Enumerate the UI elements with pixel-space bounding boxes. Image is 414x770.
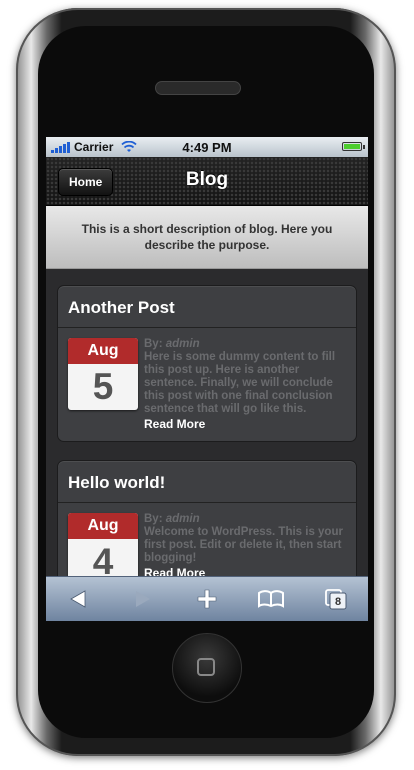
pages-button[interactable]: 8 bbox=[316, 584, 356, 614]
status-bar: Carrier 4:49 PM bbox=[46, 137, 368, 157]
bookmarks-button[interactable] bbox=[251, 584, 291, 614]
back-button[interactable] bbox=[58, 584, 98, 614]
pages-icon: 8 bbox=[324, 589, 347, 610]
pages-count: 8 bbox=[335, 596, 341, 608]
author-name: admin bbox=[165, 338, 200, 350]
date-day: 5 bbox=[92, 366, 114, 407]
safari-toolbar: 8 bbox=[46, 576, 368, 621]
nav-bar: Home Blog bbox=[46, 157, 368, 206]
blog-description: This is a short description of blog. Her… bbox=[46, 206, 368, 269]
read-more-link[interactable]: Read More bbox=[144, 418, 205, 431]
bookmarks-book-icon bbox=[258, 590, 285, 608]
date-month: Aug bbox=[68, 338, 138, 364]
hardware-home-button[interactable] bbox=[172, 633, 242, 703]
post-excerpt: Here is some dummy content to fill this … bbox=[144, 351, 336, 415]
post-title[interactable]: Another Post bbox=[58, 286, 356, 328]
author-name: admin bbox=[165, 513, 200, 525]
home-square-icon bbox=[197, 658, 215, 676]
forward-button[interactable] bbox=[123, 584, 163, 614]
post-card: Hello world! Aug 4 By: admin Welcome to … bbox=[57, 460, 357, 595]
calendar-date-icon: Aug 5 bbox=[68, 338, 138, 410]
battery-icon bbox=[342, 142, 365, 151]
post-excerpt: Welcome to WordPress. This is your first… bbox=[144, 526, 343, 564]
post-excerpt-block: By: admin Welcome to WordPress. This is … bbox=[144, 513, 346, 585]
by-label: By: bbox=[144, 338, 166, 350]
earpiece-speaker bbox=[155, 81, 241, 95]
clock: 4:49 PM bbox=[182, 139, 232, 155]
forward-arrow-icon bbox=[135, 591, 150, 607]
post-excerpt-block: By: admin Here is some dummy content to … bbox=[144, 338, 346, 432]
page-title: Blog bbox=[185, 169, 229, 190]
calendar-date-icon: Aug 4 bbox=[68, 513, 138, 585]
author-line: By: admin bbox=[144, 513, 200, 525]
post-title[interactable]: Hello world! bbox=[58, 461, 356, 503]
post-body: Aug 5 By: admin Here is some dummy conte… bbox=[58, 328, 356, 441]
add-bookmark-button[interactable] bbox=[187, 584, 227, 614]
author-line: By: admin bbox=[144, 338, 200, 350]
screen: Carrier 4:49 PM Home Blog This is a shor… bbox=[46, 137, 368, 621]
post-list: Another Post Aug 5 By: admin Here is som… bbox=[46, 269, 368, 595]
date-month: Aug bbox=[68, 513, 138, 539]
plus-icon bbox=[197, 589, 217, 609]
by-label: By: bbox=[144, 513, 166, 525]
post-card: Another Post Aug 5 By: admin Here is som… bbox=[57, 285, 357, 442]
back-arrow-icon bbox=[70, 590, 86, 608]
